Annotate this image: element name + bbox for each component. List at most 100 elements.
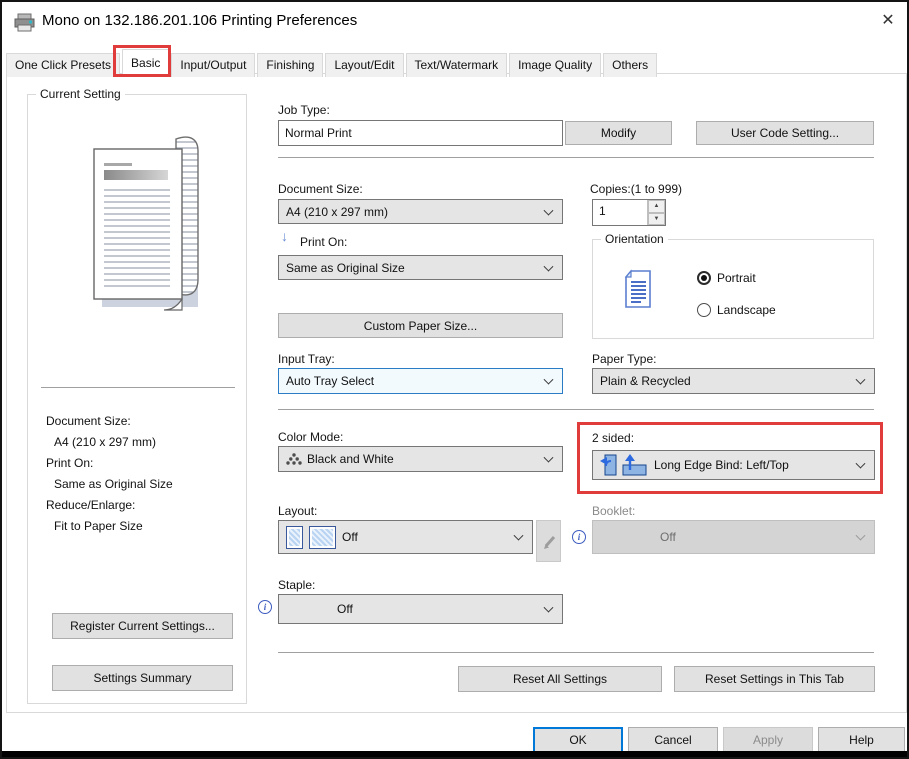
tab-one-click-presets[interactable]: One Click Presets [6, 53, 120, 77]
chevron-down-icon [544, 261, 554, 271]
tab-basic[interactable]: Basic [122, 49, 169, 77]
chevron-down-icon [544, 453, 554, 463]
tab-strip: One Click Presets Basic Input/Output Fin… [6, 49, 659, 77]
tab-input-output[interactable]: Input/Output [171, 53, 255, 77]
staple-dropdown[interactable]: Off [278, 594, 563, 624]
reset-settings-tab-button[interactable]: Reset Settings in This Tab [674, 666, 875, 692]
document-size-value: A4 (210 x 297 mm) [286, 205, 388, 219]
copies-label: Copies:(1 to 999) [590, 182, 682, 196]
summary-print-on-label: Print On: [46, 453, 173, 474]
landscape-radio-row[interactable]: Landscape [697, 303, 776, 317]
layout-landscape-page-icon [309, 526, 336, 549]
window-title: Mono on 132.186.201.106 Printing Prefere… [42, 12, 357, 29]
layout-value: Off [342, 530, 358, 544]
chevron-down-icon [856, 375, 866, 385]
input-tray-label: Input Tray: [278, 352, 335, 366]
layout-dropdown[interactable]: Off [278, 520, 533, 554]
paper-type-value: Plain & Recycled [600, 374, 691, 388]
reset-all-settings-button[interactable]: Reset All Settings [458, 666, 662, 692]
document-size-dropdown[interactable]: A4 (210 x 297 mm) [278, 199, 563, 224]
print-on-arrow-icon: ↓ [281, 228, 288, 244]
tab-image-quality[interactable]: Image Quality [509, 53, 601, 77]
chevron-down-icon [856, 459, 866, 469]
custom-paper-size-button[interactable]: Custom Paper Size... [278, 313, 563, 338]
two-sided-value: Long Edge Bind: Left/Top [654, 458, 789, 472]
color-mode-label: Color Mode: [278, 430, 343, 444]
divider [278, 409, 874, 410]
user-code-setting-button[interactable]: User Code Setting... [696, 121, 874, 145]
divider [41, 387, 235, 388]
tab-text-watermark[interactable]: Text/Watermark [406, 53, 508, 77]
portrait-radio[interactable] [697, 271, 711, 285]
chevron-down-icon [544, 205, 554, 215]
pencil-icon [541, 532, 557, 550]
chevron-down-icon [514, 531, 524, 541]
current-setting-summary: Document Size: A4 (210 x 297 mm) Print O… [46, 411, 173, 537]
help-button[interactable]: Help [818, 727, 905, 753]
printer-icon [13, 13, 37, 33]
close-icon[interactable]: ✕ [876, 10, 900, 30]
summary-doc-size-label: Document Size: [46, 411, 173, 432]
print-on-dropdown[interactable]: Same as Original Size [278, 255, 563, 280]
tab-finishing[interactable]: Finishing [257, 53, 323, 77]
portrait-page-icon [621, 268, 653, 310]
apply-button[interactable]: Apply [723, 727, 813, 753]
orientation-group: Orientation Portrait Landscape [592, 239, 874, 339]
staple-info-icon: i [258, 600, 272, 614]
booklet-dropdown: Off [592, 520, 875, 554]
current-setting-group: Current Setting Document Size: A4 [27, 94, 247, 704]
color-mode-dropdown[interactable]: Black and White [278, 446, 563, 472]
chevron-down-icon [544, 375, 554, 385]
booklet-label: Booklet: [592, 504, 635, 518]
spin-down-icon[interactable]: ▼ [648, 213, 665, 226]
modify-button[interactable]: Modify [565, 121, 672, 145]
portrait-radio-label: Portrait [717, 271, 756, 285]
landscape-radio[interactable] [697, 303, 711, 317]
paper-type-dropdown[interactable]: Plain & Recycled [592, 368, 875, 394]
layout-edit-pencil-button[interactable] [536, 520, 561, 562]
printing-preferences-dialog: Mono on 132.186.201.106 Printing Prefere… [0, 0, 909, 759]
document-preview-image [68, 133, 208, 323]
window-bottom-edge [2, 751, 907, 757]
color-mode-value: Black and White [307, 452, 394, 466]
ok-button[interactable]: OK [533, 727, 623, 753]
long-edge-bind-top-icon [621, 453, 648, 477]
job-type-label: Job Type: [278, 103, 330, 117]
cancel-button[interactable]: Cancel [628, 727, 718, 753]
copies-spin-buttons: ▲ ▼ [647, 200, 665, 225]
current-setting-legend: Current Setting [36, 87, 125, 101]
two-sided-label: 2 sided: [592, 431, 634, 445]
black-and-white-dots-icon [286, 452, 302, 467]
register-current-settings-button[interactable]: Register Current Settings... [52, 613, 233, 639]
print-on-label: Print On: [300, 235, 347, 249]
print-on-value: Same as Original Size [286, 261, 405, 275]
staple-value: Off [337, 602, 353, 616]
layout-label: Layout: [278, 504, 317, 518]
spin-up-icon[interactable]: ▲ [648, 200, 665, 213]
job-type-field[interactable]: Normal Print [278, 120, 563, 146]
paper-type-label: Paper Type: [592, 352, 657, 366]
booklet-value: Off [660, 530, 676, 544]
booklet-info-icon: i [572, 530, 586, 544]
orientation-legend: Orientation [601, 232, 668, 246]
portrait-radio-row[interactable]: Portrait [697, 271, 756, 285]
summary-print-on-value: Same as Original Size [46, 474, 173, 495]
layout-portrait-page-icon [286, 526, 303, 549]
divider [278, 652, 874, 653]
settings-summary-button[interactable]: Settings Summary [52, 665, 233, 691]
long-edge-bind-left-icon [600, 453, 617, 477]
summary-doc-size-value: A4 (210 x 297 mm) [46, 432, 173, 453]
document-size-label: Document Size: [278, 182, 363, 196]
input-tray-dropdown[interactable]: Auto Tray Select [278, 368, 563, 394]
copies-value: 1 [593, 200, 647, 225]
divider [278, 157, 874, 158]
tab-layout-edit[interactable]: Layout/Edit [325, 53, 403, 77]
summary-reduce-enlarge-label: Reduce/Enlarge: [46, 495, 173, 516]
landscape-radio-label: Landscape [717, 303, 776, 317]
job-type-value: Normal Print [285, 126, 352, 140]
summary-reduce-enlarge-value: Fit to Paper Size [46, 516, 173, 537]
tab-others[interactable]: Others [603, 53, 657, 77]
chevron-down-icon [544, 603, 554, 613]
two-sided-dropdown[interactable]: Long Edge Bind: Left/Top [592, 450, 875, 480]
copies-spinner[interactable]: 1 ▲ ▼ [592, 199, 666, 226]
